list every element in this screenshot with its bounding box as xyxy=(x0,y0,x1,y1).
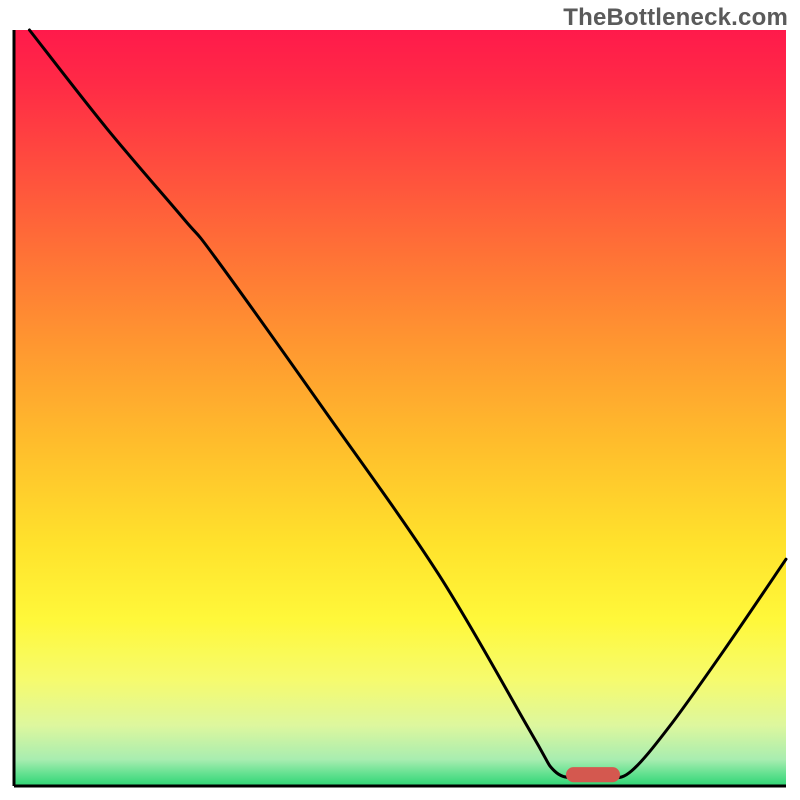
gradient-background xyxy=(14,30,786,786)
optimal-marker xyxy=(566,767,620,782)
bottleneck-chart xyxy=(0,0,800,800)
chart-container: TheBottleneck.com xyxy=(0,0,800,800)
